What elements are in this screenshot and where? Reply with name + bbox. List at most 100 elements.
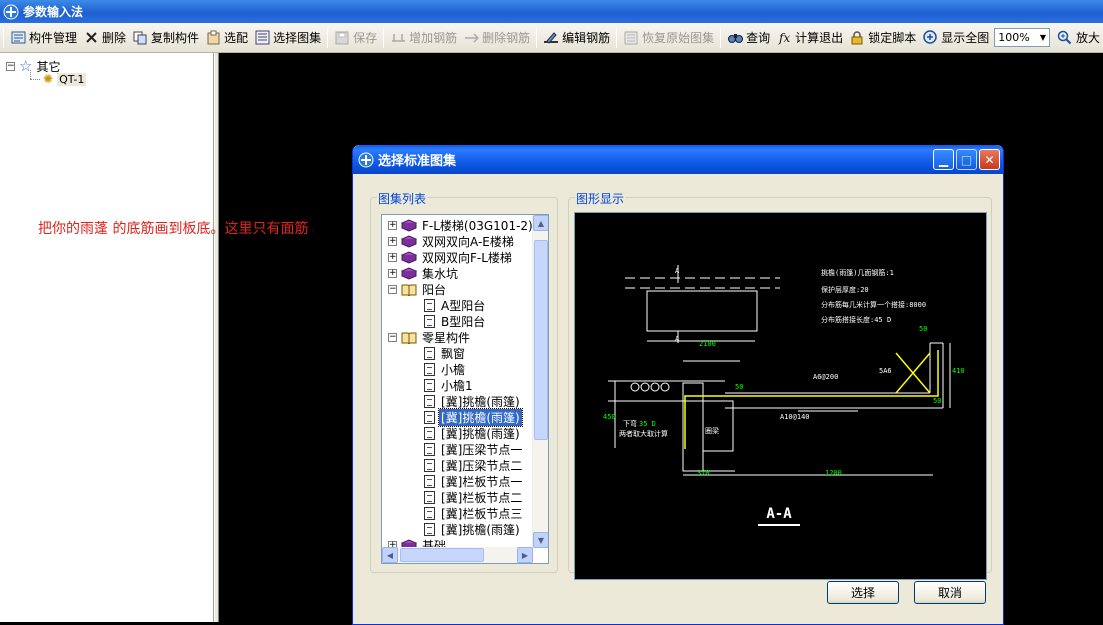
atlas-list-item[interactable]: B型阳台: [424, 313, 487, 329]
annotation-text: 把你的雨蓬 的底筋画到板底。这里只有面筋: [38, 221, 309, 237]
cad-dim-text: 410: [952, 367, 965, 375]
expand-icon[interactable]: +: [388, 252, 397, 262]
toolbar-button-zoom-fit[interactable]: 显示全图: [919, 27, 992, 49]
minimize-icon: ▁: [938, 152, 949, 167]
vertical-scrollbar[interactable]: ▲ ▼: [532, 215, 548, 548]
zoom-value: 100%: [998, 31, 1030, 44]
close-button[interactable]: ✕: [979, 149, 1000, 170]
dialog-titlebar[interactable]: 选择标准图集: [353, 145, 1003, 174]
atlas-list-item-label: [冀]挑檐(雨篷): [441, 522, 520, 537]
cad-param-text: 分布筋每几米计算一个搭接:8000: [821, 300, 926, 309]
chevron-up-icon: ▲: [537, 218, 545, 228]
cad-param-text: 保护层厚度:20: [821, 285, 869, 294]
zoom-in-button[interactable]: 放大: [1054, 27, 1103, 49]
scroll-right-button[interactable]: ▶: [517, 547, 533, 563]
tree-node-qt1[interactable]: ✺ QT-1: [43, 72, 87, 86]
select-atlas-dialog: 选择标准图集 ▁ □ ✕ 图集列表 + F-L楼梯(03G101-2) + 双网双向A…: [352, 145, 1004, 625]
toolbar-button-delete-rebar[interactable]: 删除钢筋: [460, 27, 533, 49]
atlas-list-item[interactable]: [冀]压梁节点二: [424, 457, 524, 473]
select-button[interactable]: 选择: [827, 581, 899, 604]
zoom-select[interactable]: 100% ▼: [994, 28, 1050, 47]
atlas-list-item[interactable]: A型阳台: [424, 297, 487, 313]
chevron-right-icon: ▶: [521, 550, 529, 560]
toolbar-button-save[interactable]: 保存: [331, 27, 380, 49]
cancel-button[interactable]: 取消: [914, 581, 986, 604]
collapse-icon[interactable]: −: [388, 284, 397, 294]
atlas-list-item[interactable]: [冀]栏板节点二: [424, 489, 524, 505]
toolbar-button-atlas[interactable]: 选择图集: [251, 27, 324, 49]
atlas-list-item[interactable]: + F-L楼梯(03G101-2): [388, 217, 535, 233]
component-manage-icon: [10, 30, 26, 46]
component-tree-panel: − ☆ 其它 ✺ QT-1: [0, 53, 214, 622]
toolbar-button-delete[interactable]: 删除: [80, 27, 129, 49]
scroll-down-button[interactable]: ▼: [533, 532, 548, 548]
scroll-left-button[interactable]: ◀: [382, 547, 398, 563]
atlas-list-item[interactable]: − 阳台: [388, 281, 448, 297]
atlas-tree-list[interactable]: + F-L楼梯(03G101-2) + 双网双向A-E楼梯 + 双网双向F-L楼梯 + 集水坑…: [381, 214, 549, 564]
atlas-list-item[interactable]: [冀]挑檐(雨篷): [424, 393, 522, 409]
collapse-icon[interactable]: −: [388, 332, 397, 342]
atlas-list-item[interactable]: 小檐: [424, 361, 467, 377]
cad-note-text: 下弯: [623, 419, 637, 428]
document-icon: [424, 314, 435, 328]
toolbar-button-copy[interactable]: 复制构件: [129, 27, 202, 49]
app-logo-icon: [3, 4, 19, 20]
scroll-up-button[interactable]: ▲: [533, 215, 548, 231]
expand-icon[interactable]: +: [388, 220, 397, 230]
toolbar-button-label: 选择图集: [273, 31, 322, 45]
atlas-list-item[interactable]: + 双网双向A-E楼梯: [388, 233, 516, 249]
app-logo-icon: [358, 152, 374, 168]
svg-text:fx: fx: [778, 31, 790, 45]
toolbar-button-add-rebar[interactable]: 增加钢筋: [387, 27, 460, 49]
horizontal-scroll-thumb[interactable]: [400, 548, 484, 562]
maximize-button[interactable]: □: [956, 149, 977, 170]
panel-splitter[interactable]: [214, 53, 219, 622]
toolbar-button-label: 计算退出: [795, 31, 844, 45]
toolbar-button-select-match[interactable]: 选配: [202, 27, 251, 49]
toolbar-button-component-manage[interactable]: 构件管理: [7, 27, 80, 49]
document-icon: [424, 394, 435, 408]
atlas-list-item[interactable]: [冀]挑檐(雨篷): [424, 521, 522, 537]
save-icon: [334, 30, 350, 46]
toolbar-button-lock[interactable]: 锁定脚本: [846, 27, 919, 49]
collapse-icon[interactable]: −: [6, 61, 15, 71]
atlas-list-item-label: A型阳台: [441, 298, 486, 313]
atlas-list-item[interactable]: [冀]挑檐(雨篷): [424, 425, 522, 441]
atlas-list-item-label: 双网双向F-L楼梯: [422, 250, 512, 265]
atlas-list-item[interactable]: − 零星构件: [388, 329, 472, 345]
close-icon: ✕: [984, 152, 995, 167]
toolbar-button-query[interactable]: 查询: [724, 27, 773, 49]
toolbar-button-edit-rebar[interactable]: 编辑钢筋: [540, 27, 613, 49]
tree-line: [30, 79, 40, 80]
document-icon: [424, 298, 435, 312]
cad-beam-label: 圈梁: [705, 426, 719, 435]
toolbar-separator: [616, 27, 618, 48]
cad-dim-text: 450: [603, 413, 616, 421]
atlas-list-group: 图集列表 + F-L楼梯(03G101-2) + 双网双向A-E楼梯 + 双网双向F-L楼…: [370, 190, 558, 573]
select-match-icon: [205, 30, 221, 46]
atlas-list-item[interactable]: [冀]栏板节点一: [424, 473, 524, 489]
toolbar-separator: [327, 27, 329, 48]
chevron-down-icon: ▼: [1039, 33, 1046, 42]
toolbar-button-label: 查询: [746, 31, 771, 45]
atlas-list-item[interactable]: [冀]栏板节点三: [424, 505, 524, 521]
atlas-list-item[interactable]: + 集水坑: [388, 265, 460, 281]
toolbar-separator: [536, 27, 538, 48]
horizontal-scrollbar[interactable]: ◀ ▶: [382, 547, 533, 563]
lock-icon: [849, 30, 865, 46]
expand-icon[interactable]: +: [388, 268, 397, 278]
minimize-button[interactable]: ▁: [933, 149, 954, 170]
atlas-list-item[interactable]: [冀]挑檐(雨篷): [424, 407, 523, 427]
expand-icon[interactable]: +: [388, 236, 397, 246]
atlas-list-item[interactable]: 飘窗: [424, 345, 467, 361]
cad-rebar-label: A10@140: [780, 413, 810, 421]
toolbar-button-calc-exit[interactable]: fx 计算退出: [773, 27, 846, 49]
cad-drawing: [608, 265, 951, 476]
atlas-list-item[interactable]: + 双网双向F-L楼梯: [388, 249, 514, 265]
vertical-scroll-thumb[interactable]: [534, 240, 548, 440]
toolbar-button-restore[interactable]: 恢复原始图集: [620, 27, 717, 49]
atlas-list-item[interactable]: [冀]压梁节点一: [424, 441, 524, 457]
toolbar-separator: [383, 27, 385, 48]
add-rebar-icon: [390, 30, 406, 46]
atlas-list-item[interactable]: 小檐1: [424, 377, 475, 393]
